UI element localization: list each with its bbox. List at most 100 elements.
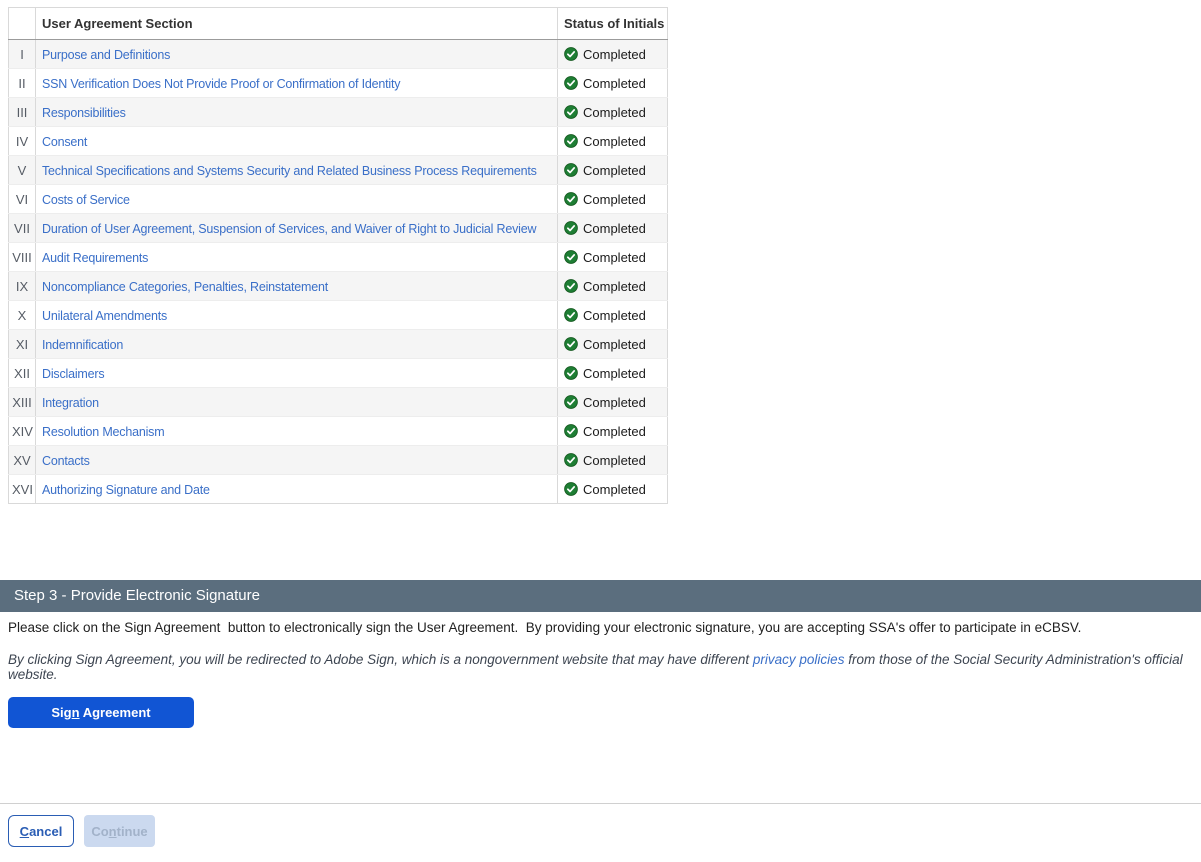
table-row: VIII Audit Requirements Completed (9, 243, 668, 272)
section-numeral: XVI (9, 475, 36, 504)
status-badge: Completed (583, 424, 646, 439)
section-link[interactable]: Resolution Mechanism (42, 425, 164, 439)
adobe-sign-disclaimer-text: By clicking Sign Agreement, you will be … (8, 652, 1193, 682)
section-numeral: XV (9, 446, 36, 475)
status-badge: Completed (583, 163, 646, 178)
section-numeral: IX (9, 272, 36, 301)
table-row: XIV Resolution Mechanism Completed (9, 417, 668, 446)
sign-agreement-button[interactable]: Sign Agreement (8, 697, 194, 728)
table-row: XV Contacts Completed (9, 446, 668, 475)
status-badge: Completed (583, 250, 646, 265)
status-badge: Completed (583, 453, 646, 468)
status-badge: Completed (583, 482, 646, 497)
sign-instructions-text: Please click on the Sign Agreement butto… (8, 620, 1193, 635)
status-badge: Completed (583, 366, 646, 381)
check-circle-icon (564, 163, 578, 177)
status-badge: Completed (583, 395, 646, 410)
section-numeral: XII (9, 359, 36, 388)
section-link[interactable]: Duration of User Agreement, Suspension o… (42, 222, 536, 236)
section-link[interactable]: Costs of Service (42, 193, 130, 207)
table-row: X Unilateral Amendments Completed (9, 301, 668, 330)
cancel-button[interactable]: Cancel (8, 815, 74, 847)
check-circle-icon (564, 47, 578, 61)
check-circle-icon (564, 76, 578, 90)
table-row: XI Indemnification Completed (9, 330, 668, 359)
table-row: IV Consent Completed (9, 127, 668, 156)
status-badge: Completed (583, 47, 646, 62)
section-numeral: VIII (9, 243, 36, 272)
section-link[interactable]: Authorizing Signature and Date (42, 483, 210, 497)
section-link[interactable]: Disclaimers (42, 367, 104, 381)
section-numeral: II (9, 69, 36, 98)
status-column-header: Status of Initials (558, 8, 668, 40)
section-link[interactable]: Purpose and Definitions (42, 48, 170, 62)
user-agreement-table: User Agreement Section Status of Initial… (8, 7, 668, 504)
check-circle-icon (564, 453, 578, 467)
numeral-column-header (9, 8, 36, 40)
ecbsv-user-agreement-page: User Agreement Section Status of Initial… (0, 0, 1201, 862)
section-link[interactable]: Integration (42, 396, 99, 410)
table-row: VII Duration of User Agreement, Suspensi… (9, 214, 668, 243)
check-circle-icon (564, 279, 578, 293)
table-row: V Technical Specifications and Systems S… (9, 156, 668, 185)
status-badge: Completed (583, 308, 646, 323)
section-numeral: VI (9, 185, 36, 214)
check-circle-icon (564, 134, 578, 148)
section-link[interactable]: Audit Requirements (42, 251, 148, 265)
table-row: XII Disclaimers Completed (9, 359, 668, 388)
section-numeral: I (9, 40, 36, 69)
check-circle-icon (564, 366, 578, 380)
status-badge: Completed (583, 221, 646, 236)
section-link[interactable]: SSN Verification Does Not Provide Proof … (42, 77, 400, 91)
section-link[interactable]: Responsibilities (42, 106, 126, 120)
section-numeral: X (9, 301, 36, 330)
sign-agreement-label-pre: Sig (51, 705, 71, 720)
cancel-accesskey: C (20, 824, 29, 839)
check-circle-icon (564, 482, 578, 496)
section-numeral: XIII (9, 388, 36, 417)
continue-label-post: tinue (117, 824, 148, 839)
section-link[interactable]: Contacts (42, 454, 90, 468)
section-link[interactable]: Unilateral Amendments (42, 309, 167, 323)
sign-agreement-accesskey: n (72, 705, 80, 720)
table-row: IX Noncompliance Categories, Penalties, … (9, 272, 668, 301)
table-row: II SSN Verification Does Not Provide Pro… (9, 69, 668, 98)
table-row: III Responsibilities Completed (9, 98, 668, 127)
status-badge: Completed (583, 279, 646, 294)
step-3-header-bar: Step 3 - Provide Electronic Signature (0, 580, 1201, 612)
table-row: XIII Integration Completed (9, 388, 668, 417)
continue-label-pre: Co (91, 824, 108, 839)
status-badge: Completed (583, 76, 646, 91)
check-circle-icon (564, 395, 578, 409)
section-column-header: User Agreement Section (36, 8, 558, 40)
section-link[interactable]: Indemnification (42, 338, 123, 352)
check-circle-icon (564, 337, 578, 351)
section-numeral: IV (9, 127, 36, 156)
section-numeral: XI (9, 330, 36, 359)
section-numeral: XIV (9, 417, 36, 446)
check-circle-icon (564, 221, 578, 235)
section-numeral: V (9, 156, 36, 185)
cancel-label-post: ancel (29, 824, 62, 839)
section-numeral: III (9, 98, 36, 127)
sign-agreement-label-post: Agreement (80, 705, 151, 720)
check-circle-icon (564, 105, 578, 119)
footer-divider (0, 803, 1201, 804)
continue-accesskey: n (109, 824, 117, 839)
check-circle-icon (564, 424, 578, 438)
privacy-policies-link[interactable]: privacy policies (753, 652, 845, 667)
section-link[interactable]: Noncompliance Categories, Penalties, Rei… (42, 280, 328, 294)
table-row: VI Costs of Service Completed (9, 185, 668, 214)
section-numeral: VII (9, 214, 36, 243)
section-link[interactable]: Consent (42, 135, 87, 149)
status-badge: Completed (583, 134, 646, 149)
table-header-row: User Agreement Section Status of Initial… (9, 8, 668, 40)
check-circle-icon (564, 192, 578, 206)
table-row: I Purpose and Definitions Completed (9, 40, 668, 69)
section-link[interactable]: Technical Specifications and Systems Sec… (42, 164, 537, 178)
disclaimer-text-before: By clicking Sign Agreement, you will be … (8, 652, 753, 667)
continue-button[interactable]: Continue (84, 815, 155, 847)
step-3-title: Step 3 - Provide Electronic Signature (14, 587, 260, 604)
status-badge: Completed (583, 337, 646, 352)
check-circle-icon (564, 308, 578, 322)
